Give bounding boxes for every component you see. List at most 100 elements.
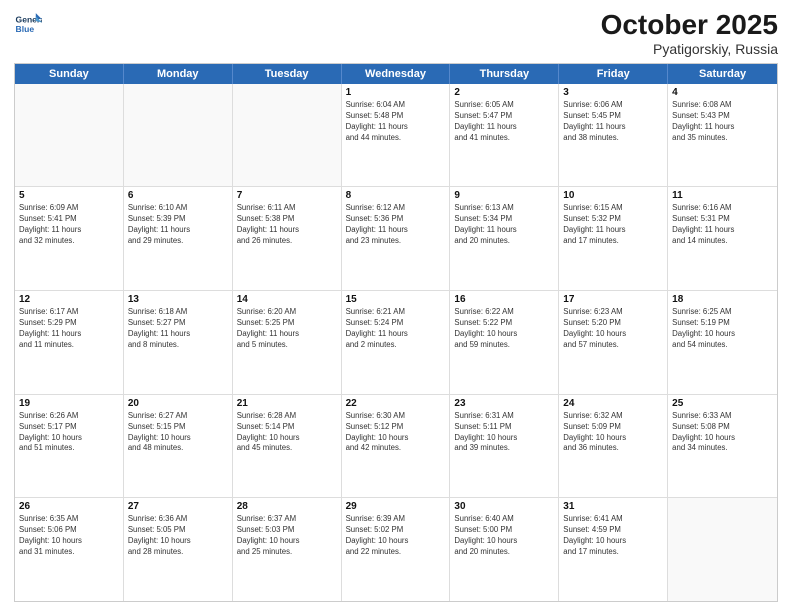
day-number: 16 — [454, 294, 554, 305]
calendar: SundayMondayTuesdayWednesdayThursdayFrid… — [14, 63, 778, 602]
day-cell-27: 27 Sunrise: 6:36 AM Sunset: 5:05 PM Dayli… — [124, 498, 233, 601]
day-number: 17 — [563, 294, 663, 305]
logo: General Blue — [14, 10, 42, 38]
day-cell-23: 23 Sunrise: 6:31 AM Sunset: 5:11 PM Dayli… — [450, 395, 559, 498]
day-number: 14 — [237, 294, 337, 305]
day-number: 12 — [19, 294, 119, 305]
empty-cell — [124, 84, 233, 187]
day-number: 28 — [237, 501, 337, 512]
header-day-tuesday: Tuesday — [233, 64, 342, 84]
day-cell-25: 25Sunrise: 6:33 AM Sunset: 5:08 PM Dayli… — [668, 395, 777, 498]
header-day-sunday: Sunday — [15, 64, 124, 84]
day-cell-17: 17Sunrise: 6:23 AM Sunset: 5:20 PM Dayli… — [559, 291, 668, 394]
day-info: Sunrise: 6:40 AM Sunset: 5:00 PM Dayligh… — [454, 514, 554, 558]
day-cell-18: 18 Sunrise: 6:25 AM Sunset: 5:19 PM Dayli… — [668, 291, 777, 394]
day-info: Sunrise: 6:25 AM Sunset: 5:19 PM Dayligh… — [672, 307, 773, 351]
day-number: 25 — [672, 398, 773, 409]
title-block: October 2025 Pyatigorskiy, Russia — [601, 10, 778, 57]
header-day-saturday: Saturday — [668, 64, 777, 84]
day-cell-10: 10 Sunrise: 6:15 AM Sunset: 5:32 PM Dayli… — [559, 187, 668, 290]
empty-cell — [668, 498, 777, 601]
day-cell-16: 16 Sunrise: 6:22 AM Sunset: 5:22 PM Dayli… — [450, 291, 559, 394]
day-number: 22 — [346, 398, 446, 409]
svg-text:Blue: Blue — [16, 24, 35, 34]
day-number: 21 — [237, 398, 337, 409]
day-number: 8 — [346, 190, 446, 201]
day-cell-24: 24 Sunrise: 6:32 AM Sunset: 5:09 PM Dayli… — [559, 395, 668, 498]
header-day-wednesday: Wednesday — [342, 64, 451, 84]
day-number: 10 — [563, 190, 663, 201]
day-info: Sunrise: 6:20 AM Sunset: 5:25 PM Dayligh… — [237, 307, 337, 351]
day-cell-4: 4Sunrise: 6:08 AM Sunset: 5:43 PM Daylig… — [668, 84, 777, 187]
day-number: 5 — [19, 190, 119, 201]
day-number: 20 — [128, 398, 228, 409]
empty-cell — [233, 84, 342, 187]
day-number: 26 — [19, 501, 119, 512]
day-cell-6: 6 Sunrise: 6:10 AM Sunset: 5:39 PM Daylig… — [124, 187, 233, 290]
day-cell-1: 1Sunrise: 6:04 AM Sunset: 5:48 PM Daylig… — [342, 84, 451, 187]
day-info: Sunrise: 6:05 AM Sunset: 5:47 PM Dayligh… — [454, 100, 554, 144]
day-info: Sunrise: 6:32 AM Sunset: 5:09 PM Dayligh… — [563, 411, 663, 455]
day-number: 18 — [672, 294, 773, 305]
day-number: 2 — [454, 87, 554, 98]
day-cell-7: 7 Sunrise: 6:11 AM Sunset: 5:38 PM Daylig… — [233, 187, 342, 290]
day-info: Sunrise: 6:17 AM Sunset: 5:29 PM Dayligh… — [19, 307, 119, 351]
day-number: 30 — [454, 501, 554, 512]
day-info: Sunrise: 6:10 AM Sunset: 5:39 PM Dayligh… — [128, 203, 228, 247]
day-info: Sunrise: 6:06 AM Sunset: 5:45 PM Dayligh… — [563, 100, 663, 144]
day-info: Sunrise: 6:31 AM Sunset: 5:11 PM Dayligh… — [454, 411, 554, 455]
day-number: 27 — [128, 501, 228, 512]
day-info: Sunrise: 6:39 AM Sunset: 5:02 PM Dayligh… — [346, 514, 446, 558]
day-number: 19 — [19, 398, 119, 409]
day-number: 29 — [346, 501, 446, 512]
month-title: October 2025 — [601, 10, 778, 41]
day-number: 1 — [346, 87, 446, 98]
day-number: 11 — [672, 190, 773, 201]
day-info: Sunrise: 6:22 AM Sunset: 5:22 PM Dayligh… — [454, 307, 554, 351]
day-info: Sunrise: 6:36 AM Sunset: 5:05 PM Dayligh… — [128, 514, 228, 558]
header-day-friday: Friday — [559, 64, 668, 84]
day-cell-12: 12 Sunrise: 6:17 AM Sunset: 5:29 PM Dayli… — [15, 291, 124, 394]
header: General Blue October 2025 Pyatigorskiy, … — [14, 10, 778, 57]
day-info: Sunrise: 6:26 AM Sunset: 5:17 PM Dayligh… — [19, 411, 119, 455]
day-info: Sunrise: 6:15 AM Sunset: 5:32 PM Dayligh… — [563, 203, 663, 247]
day-number: 7 — [237, 190, 337, 201]
day-cell-5: 5 Sunrise: 6:09 AM Sunset: 5:41 PM Daylig… — [15, 187, 124, 290]
day-info: Sunrise: 6:13 AM Sunset: 5:34 PM Dayligh… — [454, 203, 554, 247]
day-info: Sunrise: 6:09 AM Sunset: 5:41 PM Dayligh… — [19, 203, 119, 247]
day-number: 31 — [563, 501, 663, 512]
day-info: Sunrise: 6:16 AM Sunset: 5:31 PM Dayligh… — [672, 203, 773, 247]
day-number: 23 — [454, 398, 554, 409]
calendar-row-2: 5 Sunrise: 6:09 AM Sunset: 5:41 PM Daylig… — [15, 187, 777, 291]
page: General Blue October 2025 Pyatigorskiy, … — [0, 0, 792, 612]
day-cell-19: 19 Sunrise: 6:26 AM Sunset: 5:17 PM Dayli… — [15, 395, 124, 498]
day-cell-8: 8Sunrise: 6:12 AM Sunset: 5:36 PM Daylig… — [342, 187, 451, 290]
day-number: 9 — [454, 190, 554, 201]
day-cell-22: 22Sunrise: 6:30 AM Sunset: 5:12 PM Dayli… — [342, 395, 451, 498]
day-cell-9: 9 Sunrise: 6:13 AM Sunset: 5:34 PM Daylig… — [450, 187, 559, 290]
day-number: 3 — [563, 87, 663, 98]
logo-icon: General Blue — [14, 10, 42, 38]
day-number: 4 — [672, 87, 773, 98]
day-cell-20: 20Sunrise: 6:27 AM Sunset: 5:15 PM Dayli… — [124, 395, 233, 498]
day-number: 24 — [563, 398, 663, 409]
day-cell-21: 21 Sunrise: 6:28 AM Sunset: 5:14 PM Dayli… — [233, 395, 342, 498]
day-info: Sunrise: 6:28 AM Sunset: 5:14 PM Dayligh… — [237, 411, 337, 455]
day-number: 13 — [128, 294, 228, 305]
day-cell-3: 3 Sunrise: 6:06 AM Sunset: 5:45 PM Daylig… — [559, 84, 668, 187]
calendar-row-1: 1Sunrise: 6:04 AM Sunset: 5:48 PM Daylig… — [15, 84, 777, 188]
day-info: Sunrise: 6:41 AM Sunset: 4:59 PM Dayligh… — [563, 514, 663, 558]
day-info: Sunrise: 6:11 AM Sunset: 5:38 PM Dayligh… — [237, 203, 337, 247]
calendar-row-3: 12 Sunrise: 6:17 AM Sunset: 5:29 PM Dayli… — [15, 291, 777, 395]
day-info: Sunrise: 6:35 AM Sunset: 5:06 PM Dayligh… — [19, 514, 119, 558]
day-info: Sunrise: 6:37 AM Sunset: 5:03 PM Dayligh… — [237, 514, 337, 558]
day-cell-31: 31 Sunrise: 6:41 AM Sunset: 4:59 PM Dayli… — [559, 498, 668, 601]
calendar-header: SundayMondayTuesdayWednesdayThursdayFrid… — [15, 64, 777, 84]
empty-cell — [15, 84, 124, 187]
location: Pyatigorskiy, Russia — [601, 41, 778, 57]
day-number: 6 — [128, 190, 228, 201]
day-info: Sunrise: 6:18 AM Sunset: 5:27 PM Dayligh… — [128, 307, 228, 351]
day-number: 15 — [346, 294, 446, 305]
day-cell-14: 14 Sunrise: 6:20 AM Sunset: 5:25 PM Dayli… — [233, 291, 342, 394]
day-cell-13: 13 Sunrise: 6:18 AM Sunset: 5:27 PM Dayli… — [124, 291, 233, 394]
